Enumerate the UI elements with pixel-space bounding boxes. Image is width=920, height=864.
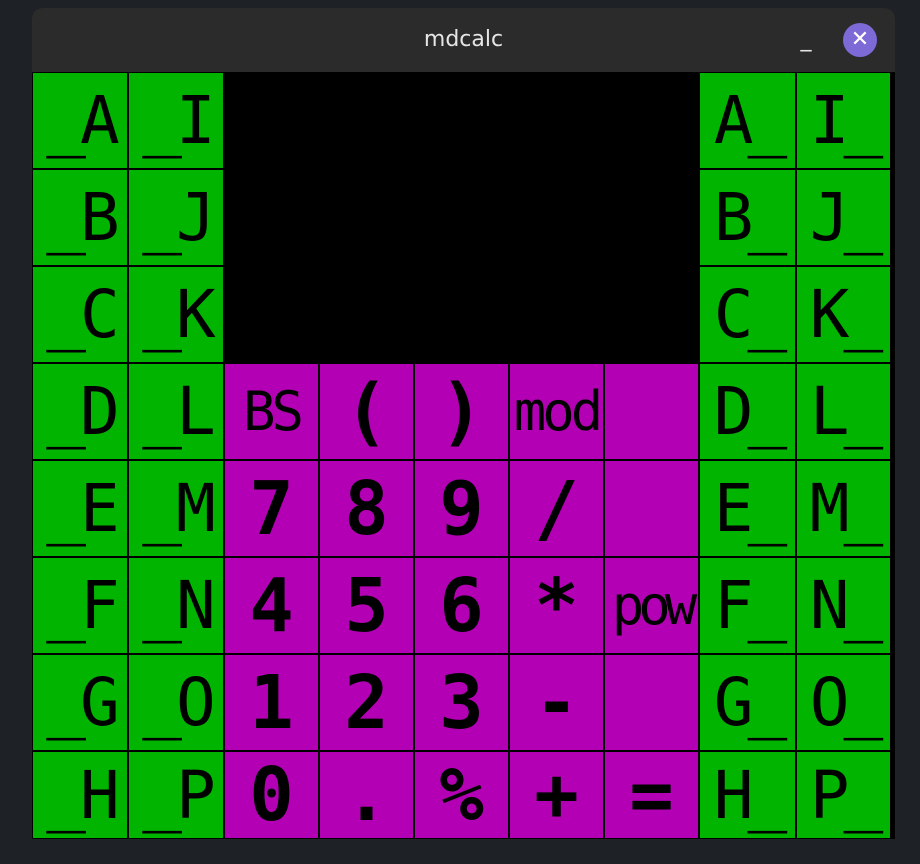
digit-5-button[interactable]: 5 [319,557,414,654]
subtract-button[interactable]: - [509,654,604,751]
backspace-button[interactable]: BS [224,363,319,460]
digit-9-button[interactable]: 9 [414,460,509,557]
register-key-right-a[interactable]: A_ [699,72,796,169]
register-key-right-h[interactable]: H_ [699,751,796,839]
digit-3-button[interactable]: 3 [414,654,509,751]
title-bar: mdcalc _ ✕ [32,8,895,73]
register-key-left-e[interactable]: _E [32,460,128,557]
digit-2-button[interactable]: 2 [319,654,414,751]
register-key-left-m[interactable]: _M [128,460,224,557]
register-key-right-p[interactable]: P_ [796,751,891,839]
close-paren-button[interactable]: ) [414,363,509,460]
close-button[interactable]: ✕ [843,23,877,57]
register-key-right-o[interactable]: O_ [796,654,891,751]
register-key-left-l[interactable]: _L [128,363,224,460]
decimal-point-button[interactable]: . [319,751,414,839]
register-key-right-f[interactable]: F_ [699,557,796,654]
register-key-right-c[interactable]: C_ [699,266,796,363]
digit-8-button[interactable]: 8 [319,460,414,557]
digit-6-button[interactable]: 6 [414,557,509,654]
multiply-button[interactable]: * [509,557,604,654]
register-key-left-f[interactable]: _F [32,557,128,654]
register-key-right-b[interactable]: B_ [699,169,796,266]
register-key-left-k[interactable]: _K [128,266,224,363]
register-key-right-m[interactable]: M_ [796,460,891,557]
register-key-left-g[interactable]: _G [32,654,128,751]
register-key-right-d[interactable]: D_ [699,363,796,460]
register-key-left-b[interactable]: _B [32,169,128,266]
register-key-right-k[interactable]: K_ [796,266,891,363]
open-paren-button[interactable]: ( [319,363,414,460]
digit-4-button[interactable]: 4 [224,557,319,654]
divide-button[interactable]: / [509,460,604,557]
window-title: mdcalc [423,27,504,52]
register-key-right-j[interactable]: J_ [796,169,891,266]
register-key-left-h[interactable]: _H [32,751,128,839]
register-key-left-a[interactable]: _A [32,72,128,169]
register-key-left-p[interactable]: _P [128,751,224,839]
register-key-right-g[interactable]: G_ [699,654,796,751]
register-key-left-o[interactable]: _O [128,654,224,751]
pow-button[interactable]: pow [604,557,699,654]
register-key-left-n[interactable]: _N [128,557,224,654]
digit-1-button[interactable]: 1 [224,654,319,751]
mod-button[interactable]: mod [509,363,604,460]
percent-button[interactable]: % [414,751,509,839]
register-key-right-l[interactable]: L_ [796,363,891,460]
equals-button[interactable]: = [604,751,699,839]
register-key-left-d[interactable]: _D [32,363,128,460]
register-key-right-i[interactable]: I_ [796,72,891,169]
app-window: mdcalc _ ✕ _A _I A_ I_ _B _J B_ J_ _C _K… [32,8,895,839]
calculator-grid: _A _I A_ I_ _B _J B_ J_ _C _K C_ K_ _D _… [32,72,895,839]
digit-7-button[interactable]: 7 [224,460,319,557]
add-button[interactable]: + [509,751,604,839]
blank-button-3[interactable] [604,654,699,751]
register-key-left-j[interactable]: _J [128,169,224,266]
blank-button-2[interactable] [604,460,699,557]
register-key-left-c[interactable]: _C [32,266,128,363]
minimize-button[interactable]: _ [792,26,820,54]
register-key-right-n[interactable]: N_ [796,557,891,654]
register-key-right-e[interactable]: E_ [699,460,796,557]
digit-0-button[interactable]: 0 [224,751,319,839]
register-key-left-i[interactable]: _I [128,72,224,169]
display-screen [224,72,699,363]
blank-button-1[interactable] [604,363,699,460]
